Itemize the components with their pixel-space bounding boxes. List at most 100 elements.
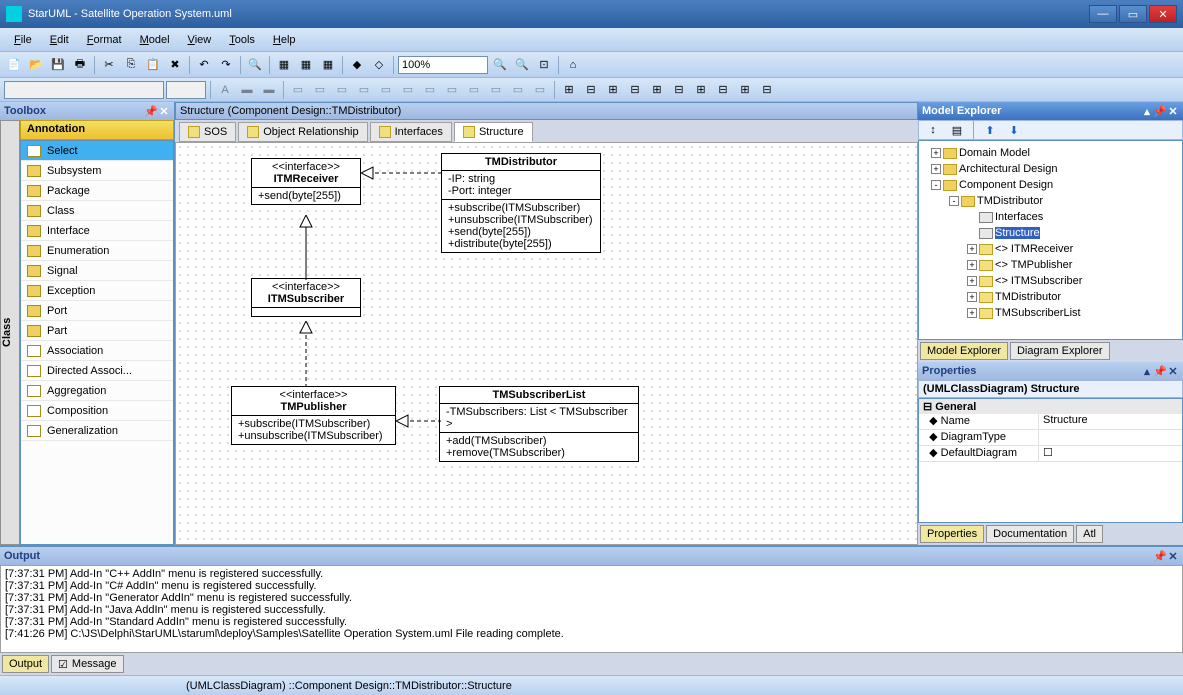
align6[interactable]: ▭	[398, 80, 418, 100]
props-close-icon[interactable]: ✕	[1167, 365, 1179, 377]
layout8[interactable]: ⊟	[713, 80, 733, 100]
align9[interactable]: ▭	[464, 80, 484, 100]
tool5-button[interactable]: ◇	[369, 55, 389, 75]
uml-itmsubscriber[interactable]: <<interface>>ITMSubscriber	[251, 278, 361, 317]
properties-grid[interactable]: ⊟ General ◆ NameStructure ◆ DiagramType …	[918, 398, 1183, 523]
tree-up-icon[interactable]: ⬆	[980, 120, 1000, 140]
layout7[interactable]: ⊞	[691, 80, 711, 100]
align10[interactable]: ▭	[486, 80, 506, 100]
align2[interactable]: ▭	[310, 80, 330, 100]
fill-button[interactable]: ▬	[237, 80, 257, 100]
tree-node[interactable]: Interfaces	[923, 209, 1178, 225]
diagram-tab-structure[interactable]: Structure	[454, 122, 533, 142]
toolbox-pin-icon[interactable]: 📌	[145, 105, 157, 117]
model-tree[interactable]: + Domain Model+ Architectural Design- Co…	[918, 140, 1183, 340]
layout4[interactable]: ⊟	[625, 80, 645, 100]
tree-node[interactable]: + <> ITMSubscriber	[923, 273, 1178, 289]
tree-node[interactable]: + Domain Model	[923, 145, 1178, 161]
print-button[interactable]: 🖶	[70, 55, 90, 75]
class-category-tab[interactable]: Class	[0, 120, 20, 545]
align5[interactable]: ▭	[376, 80, 396, 100]
tree-node[interactable]: - TMDistributor	[923, 193, 1178, 209]
toolbox-item-package[interactable]: Package	[21, 181, 173, 201]
toolbox-item-enumeration[interactable]: Enumeration	[21, 241, 173, 261]
tree-node[interactable]: - Component Design	[923, 177, 1178, 193]
uml-tmdistributor[interactable]: TMDistributor -IP: string -Port: integer…	[441, 153, 601, 253]
align3[interactable]: ▭	[332, 80, 352, 100]
tree-sort-icon[interactable]: ↕	[923, 120, 943, 140]
paste-button[interactable]: 📋	[143, 55, 163, 75]
tree-node[interactable]: + <> ITMReceiver	[923, 241, 1178, 257]
tree-node[interactable]: + TMSubscriberList	[923, 305, 1178, 321]
menu-format[interactable]: Format	[79, 32, 130, 48]
layout1[interactable]: ⊞	[559, 80, 579, 100]
toolbox-item-part[interactable]: Part	[21, 321, 173, 341]
explorer-menu-icon[interactable]: ▴	[1141, 105, 1153, 117]
color-button[interactable]: A	[215, 80, 235, 100]
menu-tools[interactable]: Tools	[221, 32, 263, 48]
tree-node[interactable]: Structure	[923, 225, 1178, 241]
menu-edit[interactable]: Edit	[42, 32, 77, 48]
layout9[interactable]: ⊞	[735, 80, 755, 100]
tab-diagram-explorer[interactable]: Diagram Explorer	[1010, 342, 1110, 360]
undo-button[interactable]: ↶	[194, 55, 214, 75]
diagram-canvas[interactable]: <<interface>>ITMReceiver +send(byte[255]…	[175, 142, 918, 545]
output-pin-icon[interactable]: 📌	[1154, 550, 1166, 562]
align7[interactable]: ▭	[420, 80, 440, 100]
tool1-button[interactable]: ▦	[274, 55, 294, 75]
toolbox-item-port[interactable]: Port	[21, 301, 173, 321]
layout3[interactable]: ⊞	[603, 80, 623, 100]
props-menu-icon[interactable]: ▴	[1141, 365, 1153, 377]
toolbox-close-icon[interactable]: ✕	[158, 105, 170, 117]
toolbox-item-composition[interactable]: Composition	[21, 401, 173, 421]
find-button[interactable]: 🔍	[245, 55, 265, 75]
zoom-fit-button[interactable]: ⊡	[534, 55, 554, 75]
align11[interactable]: ▭	[508, 80, 528, 100]
home-button[interactable]: ⌂	[563, 55, 583, 75]
align8[interactable]: ▭	[442, 80, 462, 100]
uml-tmpublisher[interactable]: <<interface>>TMPublisher +subscribe(ITMS…	[231, 386, 396, 445]
diagram-tab-interfaces[interactable]: Interfaces	[370, 122, 452, 142]
zoom-input[interactable]	[398, 56, 488, 74]
menu-file[interactable]: File	[6, 32, 40, 48]
layout10[interactable]: ⊟	[757, 80, 777, 100]
zoom-out-button[interactable]: 🔍	[512, 55, 532, 75]
toolbox-item-signal[interactable]: Signal	[21, 261, 173, 281]
tool4-button[interactable]: ◆	[347, 55, 367, 75]
tool2-button[interactable]: ▦	[296, 55, 316, 75]
tab-output[interactable]: Output	[2, 655, 49, 673]
save-button[interactable]: 💾	[48, 55, 68, 75]
toolbox-item-interface[interactable]: Interface	[21, 221, 173, 241]
output-close-icon[interactable]: ✕	[1167, 550, 1179, 562]
layout5[interactable]: ⊞	[647, 80, 667, 100]
line-button[interactable]: ▬	[259, 80, 279, 100]
menu-help[interactable]: Help	[265, 32, 304, 48]
layout2[interactable]: ⊟	[581, 80, 601, 100]
tree-down-icon[interactable]: ⬇	[1004, 120, 1024, 140]
tree-node[interactable]: + TMDistributor	[923, 289, 1178, 305]
uml-itmreceiver[interactable]: <<interface>>ITMReceiver +send(byte[255]…	[251, 158, 361, 205]
toolbox-item-class[interactable]: Class	[21, 201, 173, 221]
toolbox-item-generalization[interactable]: Generalization	[21, 421, 173, 441]
zoom-in-button[interactable]: 🔍	[490, 55, 510, 75]
diagram-tab-object-relationship[interactable]: Object Relationship	[238, 122, 367, 142]
tree-filter-icon[interactable]: ▤	[947, 120, 967, 140]
font-combo[interactable]	[4, 81, 164, 99]
align4[interactable]: ▭	[354, 80, 374, 100]
tool3-button[interactable]: ▦	[318, 55, 338, 75]
redo-button[interactable]: ↷	[216, 55, 236, 75]
align12[interactable]: ▭	[530, 80, 550, 100]
property-row[interactable]: ◆ DefaultDiagram☐	[919, 446, 1182, 462]
output-body[interactable]: [7:37:31 PM] Add-In "C++ AddIn" menu is …	[0, 565, 1183, 653]
cut-button[interactable]: ✂	[99, 55, 119, 75]
uml-tmsubscriberlist[interactable]: TMSubscriberList -TMSubscribers: List < …	[439, 386, 639, 462]
copy-button[interactable]: ⎘	[121, 55, 141, 75]
minimize-button[interactable]: —	[1089, 5, 1117, 23]
maximize-button[interactable]: ▭	[1119, 5, 1147, 23]
property-row[interactable]: ◆ NameStructure	[919, 414, 1182, 430]
toolbox-item-exception[interactable]: Exception	[21, 281, 173, 301]
annotation-header[interactable]: Annotation	[20, 120, 174, 140]
tree-node[interactable]: + Architectural Design	[923, 161, 1178, 177]
explorer-close-icon[interactable]: ✕	[1167, 105, 1179, 117]
diagram-tab-sos[interactable]: SOS	[179, 122, 236, 142]
